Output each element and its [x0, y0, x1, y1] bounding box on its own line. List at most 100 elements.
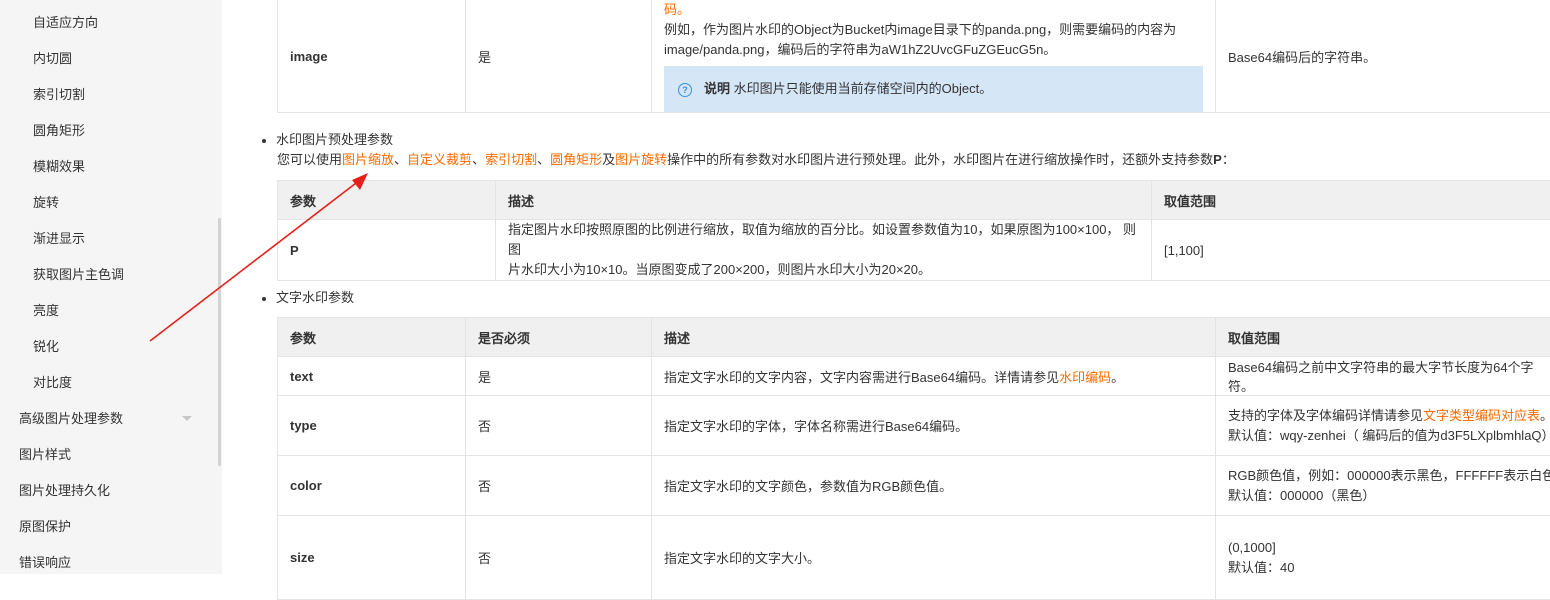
- sidebar-item-average-hue[interactable]: 获取图片主色调: [0, 257, 218, 293]
- sidebar-scrollbar[interactable]: [218, 218, 221, 466]
- link-rounded-rect[interactable]: 圆角矩形: [550, 152, 602, 167]
- desc-text: 指定文字水印的文字内容，文字内容需进行Base64编码。详情请参见: [664, 370, 1059, 385]
- col-header: 是否必须: [466, 318, 652, 357]
- sidebar-nav: 自适应方向 内切圆 索引切割 圆角矩形 模糊效果 旋转 渐进显示 获取图片主色调…: [0, 0, 222, 574]
- sidebar-item-error-response[interactable]: 错误响应: [0, 545, 218, 581]
- param-description: 码。 例如，作为图片水印的Object为Bucket内image目录下的pand…: [652, 0, 1216, 113]
- sidebar-item-adaptive-orient[interactable]: 自适应方向: [0, 5, 218, 41]
- sidebar-item-source-protect[interactable]: 原图保护: [0, 509, 218, 545]
- sidebar-item-advanced-params[interactable]: 高级图片处理参数: [0, 401, 218, 437]
- param-required: 否: [466, 396, 652, 456]
- section-title: 文字水印参数: [276, 290, 354, 305]
- text-watermark-table: 参数 是否必须 描述 取值范围 text 是 指定文字水印的文字内容，文字内容需…: [277, 317, 1550, 600]
- desc-end: 。: [1111, 370, 1124, 385]
- intro-text: 您可以使用: [277, 152, 342, 167]
- table-header-row: 参数 是否必须 描述 取值范围: [278, 318, 1550, 357]
- sep-text: 、: [472, 152, 485, 167]
- range-default: 默认值：40: [1228, 558, 1550, 578]
- table-row: color 否 指定文字水印的文字颜色，参数值为RGB颜色值。 RGB颜色值，例…: [278, 456, 1550, 516]
- note-label: 说明: [704, 81, 730, 96]
- param-range: Base64编码后的字符串。: [1216, 0, 1550, 113]
- desc-text: 片水印大小为10×10。当原图变成了200×200，则图片水印大小为20×20。: [508, 260, 1139, 280]
- param-description: 指定文字水印的文字颜色，参数值为RGB颜色值。: [652, 456, 1216, 516]
- param-range: RGB颜色值，例如：000000表示黑色，FFFFFF表示白色。 默认值：000…: [1216, 456, 1550, 516]
- preprocess-section: 水印图片预处理参数: [262, 130, 393, 150]
- param-name: size: [278, 516, 466, 600]
- bullet-dot: [262, 139, 266, 143]
- link-resize[interactable]: 图片缩放: [342, 152, 394, 167]
- table-row: type 否 指定文字水印的字体，字体名称需进行Base64编码。 支持的字体及…: [278, 396, 1550, 456]
- param-name: type: [278, 396, 466, 456]
- intro-end: ：: [1222, 152, 1235, 167]
- range-text: 支持的字体及字体编码详情请参见文字类型编码对应表。: [1228, 406, 1550, 426]
- link-custom-crop[interactable]: 自定义裁剪: [407, 152, 472, 167]
- note-box: ? 说明 水印图片只能使用当前存储空间内的Object。: [664, 66, 1203, 112]
- param-required: 是: [466, 0, 652, 113]
- sidebar-item-interlace[interactable]: 渐进显示: [0, 221, 218, 257]
- bullet-dot: [262, 297, 266, 301]
- param-name: text: [278, 357, 466, 396]
- table-row: P 指定图片水印按照原图的比例进行缩放，取值为缩放的百分比。如设置参数值为10，…: [278, 220, 1550, 281]
- param-range: [1,100]: [1152, 220, 1550, 281]
- col-header: 取值范围: [1216, 318, 1550, 357]
- param-range: 支持的字体及字体编码详情请参见文字类型编码对应表。 默认值：wqy-zenhei…: [1216, 396, 1550, 456]
- param-required: 是: [466, 357, 652, 396]
- intro-text: 操作中的所有参数对水印图片进行预处理。此外，水印图片在进行缩放操作时，还额外支持…: [667, 152, 1213, 167]
- col-header: 参数: [278, 181, 496, 220]
- preprocess-intro: 您可以使用图片缩放、自定义裁剪、索引切割、圆角矩形及图片旋转操作中的所有参数对水…: [277, 150, 1235, 170]
- param-range: (0,1000] 默认值：40: [1216, 516, 1550, 600]
- sidebar-item-index-crop[interactable]: 索引切割: [0, 77, 218, 113]
- param-range: Base64编码之前中文字符串的最大字节长度为64个字符。: [1216, 357, 1550, 396]
- param-required: 否: [466, 456, 652, 516]
- sidebar-item-contrast[interactable]: 对比度: [0, 365, 218, 401]
- link-font-encoding-table[interactable]: 文字类型编码对应表: [1423, 408, 1540, 423]
- sidebar-item-rounded-rect[interactable]: 圆角矩形: [0, 113, 218, 149]
- param-description: 指定文字水印的文字内容，文字内容需进行Base64编码。详情请参见水印编码。: [652, 357, 1216, 396]
- param-name: color: [278, 456, 466, 516]
- link-index-crop[interactable]: 索引切割: [485, 152, 537, 167]
- preprocess-table: 参数 描述 取值范围 P 指定图片水印按照原图的比例进行缩放，取值为缩放的百分比…: [277, 180, 1550, 281]
- sidebar-item-persistence[interactable]: 图片处理持久化: [0, 473, 218, 509]
- range-default: 默认值：000000（黑色）: [1228, 486, 1550, 506]
- range-prefix: 支持的字体及字体编码详情请参见: [1228, 408, 1423, 423]
- param-name: image: [278, 0, 466, 113]
- desc-text: 码。: [664, 0, 1203, 20]
- table-row: text 是 指定文字水印的文字内容，文字内容需进行Base64编码。详情请参见…: [278, 357, 1550, 396]
- and-text: 及: [602, 152, 615, 167]
- sidebar-item-circle[interactable]: 内切圆: [0, 41, 218, 77]
- section-title: 水印图片预处理参数: [276, 132, 393, 147]
- param-description: 指定文字水印的文字大小。: [652, 516, 1216, 600]
- text-watermark-section: 文字水印参数: [262, 288, 354, 308]
- range-text: RGB颜色值，例如：000000表示黑色，FFFFFF表示白色。: [1228, 466, 1550, 486]
- col-header: 描述: [652, 318, 1216, 357]
- chevron-down-icon[interactable]: [182, 416, 192, 421]
- param-name: P: [278, 220, 496, 281]
- range-text: (0,1000]: [1228, 538, 1550, 558]
- link-watermark-encoding[interactable]: 水印编码: [1059, 370, 1111, 385]
- doc-content: image 是 码。 例如，作为图片水印的Object为Bucket内image…: [222, 0, 1550, 574]
- image-param-table: image 是 码。 例如，作为图片水印的Object为Bucket内image…: [277, 0, 1550, 113]
- col-header: 参数: [278, 318, 466, 357]
- sidebar-item-sharpen[interactable]: 锐化: [0, 329, 218, 365]
- table-header-row: 参数 描述 取值范围: [278, 181, 1550, 220]
- help-icon: ?: [678, 83, 692, 97]
- range-end: 。: [1540, 408, 1550, 423]
- table-row: size 否 指定文字水印的文字大小。 (0,1000] 默认值：40: [278, 516, 1550, 600]
- param-description: 指定图片水印按照原图的比例进行缩放，取值为缩放的百分比。如设置参数值为10，如果…: [496, 220, 1152, 281]
- sidebar-item-brightness[interactable]: 亮度: [0, 293, 218, 329]
- desc-text: 指定图片水印按照原图的比例进行缩放，取值为缩放的百分比。如设置参数值为10，如果…: [508, 220, 1139, 260]
- sidebar-item-label: 高级图片处理参数: [19, 411, 123, 426]
- sep-text: 、: [537, 152, 550, 167]
- param-description: 指定文字水印的字体，字体名称需进行Base64编码。: [652, 396, 1216, 456]
- col-header: 取值范围: [1152, 181, 1550, 220]
- link-rotate[interactable]: 图片旋转: [615, 152, 667, 167]
- param-required: 否: [466, 516, 652, 600]
- desc-text: image/panda.png，编码后的字符串为aW1hZ2UvcGFuZGEu…: [664, 40, 1203, 60]
- sep-text: 、: [394, 152, 407, 167]
- sidebar-item-image-style[interactable]: 图片样式: [0, 437, 218, 473]
- note-text: 水印图片只能使用当前存储空间内的Object。: [734, 81, 993, 96]
- sidebar-item-blur[interactable]: 模糊效果: [0, 149, 218, 185]
- intro-param: P: [1213, 152, 1222, 167]
- col-header: 描述: [496, 181, 1152, 220]
- sidebar-item-rotate[interactable]: 旋转: [0, 185, 218, 221]
